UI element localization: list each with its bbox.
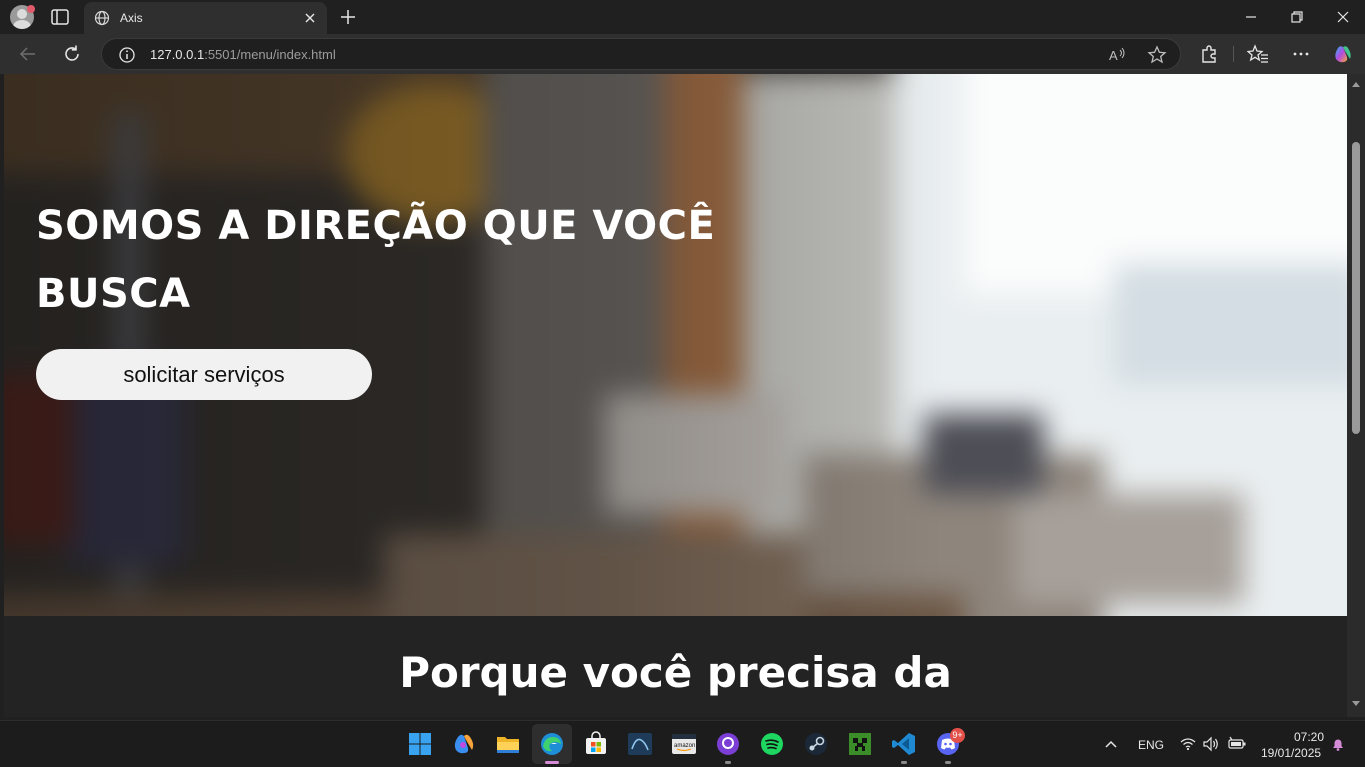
- profile-notification-dot: [27, 5, 35, 13]
- page-scrollbar[interactable]: [1347, 74, 1365, 717]
- hero-title: SOMOS A DIREÇÃO QUE VOCÊ BUSCA: [36, 192, 736, 328]
- file-explorer-icon[interactable]: [495, 731, 521, 757]
- restore-icon[interactable]: [1287, 7, 1307, 27]
- tab-title: Axis: [120, 11, 143, 25]
- scroll-down-arrow-icon[interactable]: [1352, 701, 1360, 706]
- browser-toolbar: 127.0.0.1:5501/menu/index.html A: [0, 34, 1365, 74]
- refresh-icon[interactable]: [61, 43, 83, 65]
- steam-icon[interactable]: [803, 731, 829, 757]
- globe-icon: [94, 10, 110, 26]
- vscode-running-indicator: [901, 761, 907, 764]
- tab-actions-icon[interactable]: [50, 8, 70, 26]
- copilot-icon[interactable]: [451, 731, 477, 757]
- clock-time[interactable]: 07:20: [1294, 730, 1324, 744]
- discord-notification-badge: 9+: [950, 728, 965, 743]
- request-services-button[interactable]: solicitar serviços: [36, 349, 372, 400]
- show-hidden-icons-chevron-icon[interactable]: [1103, 737, 1119, 751]
- address-bar[interactable]: 127.0.0.1:5501/menu/index.html A: [101, 38, 1181, 70]
- edge-icon[interactable]: [539, 731, 565, 757]
- discord-running-indicator: [945, 761, 951, 764]
- hero-section: SOMOS A DIREÇÃO QUE VOCÊ BUSCA solicitar…: [4, 74, 1347, 616]
- hero-title-line2: BUSCA: [36, 271, 191, 317]
- svg-text:A: A: [1109, 48, 1118, 63]
- svg-text:amazon: amazon: [674, 743, 695, 749]
- why-section-title: Porque você precisa da: [399, 648, 952, 697]
- minecraft-icon[interactable]: [847, 731, 873, 757]
- favorite-star-icon[interactable]: [1147, 45, 1167, 65]
- github-running-indicator: [725, 761, 731, 764]
- scrollbar-thumb[interactable]: [1352, 142, 1360, 434]
- close-tab-icon[interactable]: [302, 10, 318, 26]
- url-host: 127.0.0.1: [150, 47, 205, 62]
- spotify-icon[interactable]: [759, 731, 785, 757]
- language-indicator[interactable]: ENG: [1138, 738, 1164, 752]
- tab-axis[interactable]: Axis: [84, 2, 327, 34]
- clock-date[interactable]: 19/01/2025: [1261, 746, 1321, 760]
- amazon-icon[interactable]: amazon: [671, 731, 697, 757]
- close-window-icon[interactable]: [1333, 7, 1353, 27]
- volume-icon[interactable]: [1202, 736, 1220, 752]
- vscode-icon[interactable]: [891, 731, 917, 757]
- hero-overlay: [4, 74, 1347, 616]
- read-aloud-icon[interactable]: A: [1107, 45, 1127, 65]
- wifi-icon[interactable]: [1180, 736, 1196, 752]
- page-viewport: SOMOS A DIREÇÃO QUE VOCÊ BUSCA solicitar…: [4, 74, 1347, 717]
- edge-running-indicator: [545, 761, 559, 764]
- new-tab-icon[interactable]: [338, 7, 358, 27]
- windows-taskbar: amazon 9+ ENG 07:20 19/01/2025: [0, 720, 1365, 767]
- store-icon[interactable]: [583, 731, 609, 757]
- battery-icon[interactable]: [1227, 736, 1247, 752]
- notification-bell-icon[interactable]: [1330, 736, 1346, 752]
- copilot-sidebar-icon[interactable]: [1332, 43, 1354, 65]
- github-desktop-icon[interactable]: [715, 731, 741, 757]
- start-icon[interactable]: [407, 731, 433, 757]
- hero-title-line1: SOMOS A DIREÇÃO QUE VOCÊ: [36, 203, 716, 249]
- extensions-icon[interactable]: [1198, 43, 1220, 65]
- why-section: Porque você precisa da: [4, 616, 1347, 717]
- favorites-icon[interactable]: [1247, 43, 1269, 65]
- toolbar-divider: [1233, 46, 1234, 62]
- back-icon[interactable]: [17, 43, 39, 65]
- scroll-up-arrow-icon[interactable]: [1352, 82, 1360, 87]
- minimize-icon[interactable]: [1241, 7, 1261, 27]
- url-text[interactable]: 127.0.0.1:5501/menu/index.html: [150, 47, 336, 62]
- url-path: :5501/menu/index.html: [204, 47, 336, 62]
- browser-titlebar: Axis: [0, 0, 1365, 34]
- mysql-workbench-icon[interactable]: [627, 731, 653, 757]
- more-menu-icon[interactable]: [1290, 43, 1312, 65]
- site-info-icon[interactable]: [118, 46, 136, 64]
